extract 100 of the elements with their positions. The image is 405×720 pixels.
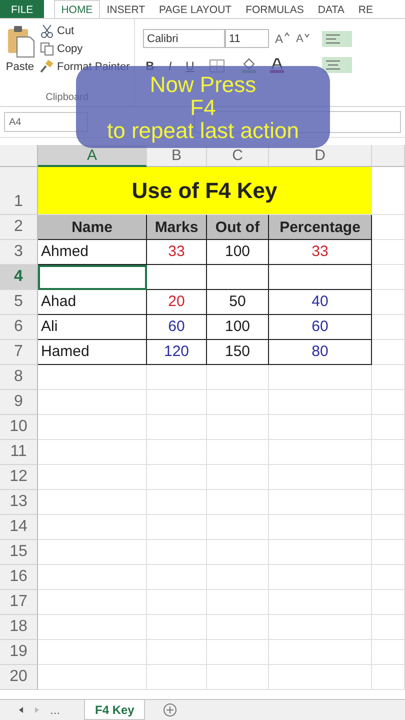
- empty-cell[interactable]: [147, 640, 207, 665]
- empty-cell[interactable]: [372, 590, 405, 615]
- empty-cell[interactable]: [372, 540, 405, 565]
- column-header[interactable]: A: [38, 145, 147, 167]
- empty-cell[interactable]: [372, 640, 405, 665]
- empty-cell[interactable]: [147, 540, 207, 565]
- more-sheets-button[interactable]: ...: [50, 703, 60, 717]
- row-header[interactable]: 3: [0, 240, 38, 265]
- row-header[interactable]: 4: [0, 265, 38, 290]
- empty-cell[interactable]: [207, 465, 269, 490]
- ribbon-tab[interactable]: INSERT: [100, 0, 152, 18]
- cut-button[interactable]: Cut: [57, 25, 74, 37]
- column-header[interactable]: D: [269, 145, 372, 167]
- empty-cell[interactable]: [207, 615, 269, 640]
- empty-cell[interactable]: [372, 490, 405, 515]
- empty-cell[interactable]: [372, 365, 405, 390]
- row-header[interactable]: 19: [0, 640, 38, 665]
- font-size-field[interactable]: 11: [225, 29, 269, 48]
- empty-cell[interactable]: [269, 515, 372, 540]
- empty-cell[interactable]: [269, 490, 372, 515]
- row-header[interactable]: 20: [0, 665, 38, 690]
- empty-cell[interactable]: [269, 440, 372, 465]
- empty-cell[interactable]: [207, 515, 269, 540]
- ribbon-tab[interactable]: FORMULAS: [238, 0, 311, 18]
- row-header[interactable]: 18: [0, 615, 38, 640]
- empty-cell[interactable]: [147, 390, 207, 415]
- empty-cell[interactable]: [269, 615, 372, 640]
- empty-cell[interactable]: [269, 665, 372, 690]
- empty-cell[interactable]: [147, 615, 207, 640]
- bold-button[interactable]: B: [143, 58, 157, 72]
- empty-cell[interactable]: [207, 540, 269, 565]
- empty-cell[interactable]: [207, 490, 269, 515]
- empty-cell[interactable]: [147, 565, 207, 590]
- empty-cell[interactable]: [147, 665, 207, 690]
- sheet-tab[interactable]: F4 Key: [84, 700, 146, 720]
- empty-cell[interactable]: [269, 590, 372, 615]
- empty-cell[interactable]: [147, 365, 207, 390]
- empty-cell[interactable]: [372, 465, 405, 490]
- row-header[interactable]: 10: [0, 415, 38, 440]
- row-header[interactable]: 16: [0, 565, 38, 590]
- ribbon-tab[interactable]: HOME: [54, 0, 100, 18]
- paste-button[interactable]: Paste: [6, 61, 34, 73]
- row-header[interactable]: 6: [0, 315, 38, 340]
- select-all-button[interactable]: [0, 145, 38, 167]
- row-header[interactable]: 17: [0, 590, 38, 615]
- empty-cell[interactable]: [269, 365, 372, 390]
- empty-cell[interactable]: [269, 415, 372, 440]
- row-header[interactable]: 11: [0, 440, 38, 465]
- row-header[interactable]: 14: [0, 515, 38, 540]
- empty-cell[interactable]: [207, 390, 269, 415]
- row-header[interactable]: 12: [0, 465, 38, 490]
- empty-cell[interactable]: [269, 565, 372, 590]
- font-name-field[interactable]: Calibri: [143, 29, 225, 48]
- empty-cell[interactable]: [372, 240, 405, 265]
- empty-cell[interactable]: [372, 315, 405, 340]
- ribbon-tab[interactable]: DATA: [310, 0, 352, 18]
- empty-cell[interactable]: [147, 515, 207, 540]
- empty-cell[interactable]: [207, 365, 269, 390]
- empty-cell[interactable]: [372, 515, 405, 540]
- header-cell: Percentage: [269, 215, 372, 240]
- shrink-font-button[interactable]: A: [296, 32, 304, 44]
- row-header[interactable]: 9: [0, 390, 38, 415]
- empty-cell[interactable]: [207, 665, 269, 690]
- table-cell: Hamed: [38, 340, 147, 365]
- row-header[interactable]: 5: [0, 290, 38, 315]
- empty-cell[interactable]: [372, 665, 405, 690]
- file-tab[interactable]: FILE: [0, 0, 44, 18]
- empty-cell[interactable]: [372, 440, 405, 465]
- row-header[interactable]: 7: [0, 340, 38, 365]
- empty-cell[interactable]: [372, 265, 405, 290]
- empty-cell[interactable]: [269, 540, 372, 565]
- empty-cell[interactable]: [147, 590, 207, 615]
- empty-cell[interactable]: [207, 640, 269, 665]
- empty-cell[interactable]: [269, 465, 372, 490]
- empty-cell[interactable]: [269, 640, 372, 665]
- empty-cell[interactable]: [147, 465, 207, 490]
- column-header[interactable]: [372, 145, 405, 167]
- empty-cell[interactable]: [372, 565, 405, 590]
- empty-cell[interactable]: [147, 415, 207, 440]
- row-header[interactable]: 1: [0, 167, 38, 215]
- empty-cell[interactable]: [207, 440, 269, 465]
- row-header[interactable]: 15: [0, 540, 38, 565]
- empty-cell[interactable]: [147, 490, 207, 515]
- row-header[interactable]: 2: [0, 215, 38, 240]
- empty-cell[interactable]: [372, 415, 405, 440]
- empty-cell[interactable]: [207, 565, 269, 590]
- empty-cell[interactable]: [207, 415, 269, 440]
- ribbon-tab[interactable]: PAGE LAYOUT: [152, 0, 239, 18]
- row-header[interactable]: 8: [0, 365, 38, 390]
- empty-cell[interactable]: [207, 590, 269, 615]
- empty-cell[interactable]: [372, 340, 405, 365]
- copy-button[interactable]: Copy: [57, 43, 83, 55]
- empty-cell[interactable]: [269, 390, 372, 415]
- empty-cell[interactable]: [372, 290, 405, 315]
- empty-cell[interactable]: [372, 615, 405, 640]
- row-header[interactable]: 13: [0, 490, 38, 515]
- grow-font-button[interactable]: A: [275, 32, 284, 46]
- empty-cell[interactable]: [147, 440, 207, 465]
- empty-cell[interactable]: [372, 390, 405, 415]
- ribbon-tab[interactable]: RE: [351, 0, 380, 18]
